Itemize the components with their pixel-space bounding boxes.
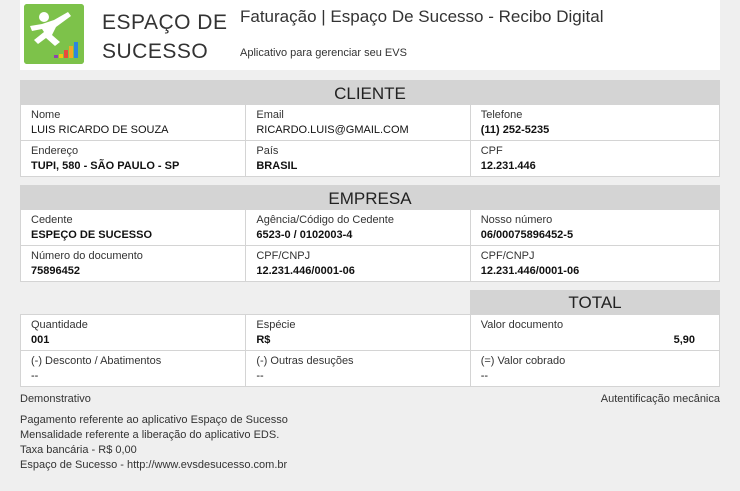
total-section: Quantidade 001 Espécie R$ Valor document… [20, 314, 720, 387]
cedente-cell: Cedente ESPEÇO DE SUCESSO [21, 210, 245, 245]
cpf-cell: CPF 12.231.446 [469, 141, 719, 176]
valor-documento-label: Valor documento [480, 319, 564, 331]
nome-cell: Nome LUIS RICARDO DE SOUZA [21, 105, 245, 140]
cnpj-label-2: CPF/CNPJ [480, 250, 535, 262]
outras-deducoes-value: -- [256, 370, 264, 382]
valor-documento-cell: Valor documento 5,90 [469, 315, 719, 350]
nosso-numero-value: 06/00075896452-5 [480, 229, 574, 241]
empresa-section: EMPRESA Cedente ESPEÇO DE SUCESSO Agênci… [20, 185, 720, 282]
especie-value: R$ [256, 334, 271, 346]
agencia-cell: Agência/Código do Cedente 6523-0 / 01020… [245, 210, 469, 245]
especie-cell: Espécie R$ [245, 315, 469, 350]
cnpj-label-1: CPF/CNPJ [256, 250, 311, 262]
valor-cobrado-value: -- [480, 370, 489, 382]
cnpj-cell-1: CPF/CNPJ 12.231.446/0001-06 [245, 246, 469, 281]
footer-line-2: Mensalidade referente a liberação do apl… [20, 429, 280, 441]
pais-cell: País BRASIL [245, 141, 469, 176]
footer-line-1: Pagamento referente ao aplicativo Espaço… [20, 414, 288, 426]
nome-value: LUIS RICARDO DE SOUZA [31, 124, 169, 136]
quantidade-label: Quantidade [31, 319, 88, 331]
brand-name: ESPAÇO DE SUCESSO [102, 8, 227, 66]
valor-documento-value: 5,90 [673, 334, 695, 346]
total-row-1: Quantidade 001 Espécie R$ Valor document… [21, 315, 719, 350]
desconto-value: -- [31, 370, 39, 382]
desconto-label: (-) Desconto / Abatimentos [31, 355, 162, 367]
email-label: Email [256, 109, 284, 121]
brand-logo [24, 4, 84, 64]
cpf-value: 12.231.446 [480, 160, 536, 172]
nosso-numero-cell: Nosso número 06/00075896452-5 [469, 210, 719, 245]
telefone-label: Telefone [480, 109, 523, 121]
numero-documento-value: 75896452 [31, 265, 80, 277]
empresa-row-1: Cedente ESPEÇO DE SUCESSO Agência/Código… [21, 210, 719, 245]
total-heading: TOTAL [470, 290, 720, 315]
email-value: RICARDO.LUIS@GMAIL.COM [256, 124, 409, 136]
cliente-section: CLIENTE Nome LUIS RICARDO DE SOUZA Email… [20, 80, 720, 177]
brand-line-2: SUCESSO [102, 40, 209, 63]
cliente-row-2: Endereço TUPI, 580 - SÃO PAULO - SP País… [21, 140, 719, 176]
outras-deducoes-cell: (-) Outras desuções -- [245, 351, 469, 386]
cliente-row-1: Nome LUIS RICARDO DE SOUZA Email RICARDO… [21, 105, 719, 140]
cedente-label: Cedente [31, 214, 73, 226]
numero-documento-label: Número do documento [31, 250, 143, 262]
total-row-2: (-) Desconto / Abatimentos -- (-) Outras… [21, 350, 719, 386]
header: ESPAÇO DE SUCESSO Faturação | Espaço De … [20, 0, 720, 70]
endereco-label: Endereço [31, 145, 79, 157]
demonstrativo-text: Pagamento referente ao aplicativo Espaço… [20, 413, 288, 473]
nosso-numero-label: Nosso número [480, 214, 553, 226]
quantidade-value: 001 [31, 334, 50, 346]
agencia-label: Agência/Código do Cedente [256, 214, 394, 226]
telefone-value: (11) 252-5235 [480, 124, 550, 136]
endereco-value: TUPI, 580 - SÃO PAULO - SP [31, 160, 180, 172]
cnpj-cell-2: CPF/CNPJ 12.231.446/0001-06 [469, 246, 719, 281]
empresa-heading: EMPRESA [21, 186, 719, 210]
email-cell: Email RICARDO.LUIS@GMAIL.COM [245, 105, 469, 140]
telefone-cell: Telefone (11) 252-5235 [469, 105, 719, 140]
footer-line-3: Taxa bancária - R$ 0,00 [20, 444, 137, 456]
pais-value: BRASIL [256, 160, 298, 172]
pais-label: País [256, 145, 279, 157]
autenticacao-label: Autentificação mecânica [600, 393, 720, 405]
numero-documento-cell: Número do documento 75896452 [21, 246, 245, 281]
footer-line-4: Espaço de Sucesso - http://www.evsdesuce… [20, 459, 288, 471]
valor-cobrado-label: (=) Valor cobrado [480, 355, 566, 367]
endereco-cell: Endereço TUPI, 580 - SÃO PAULO - SP [21, 141, 245, 176]
cliente-heading: CLIENTE [21, 81, 719, 105]
outras-deducoes-label: (-) Outras desuções [256, 355, 354, 367]
empresa-row-2: Número do documento 75896452 CPF/CNPJ 12… [21, 245, 719, 281]
cpf-label: CPF [480, 145, 503, 157]
desconto-cell: (-) Desconto / Abatimentos -- [21, 351, 245, 386]
page-subtitle: Aplicativo para gerenciar seu EVS [240, 47, 407, 59]
demonstrativo-label: Demonstrativo [20, 393, 91, 405]
quantidade-cell: Quantidade 001 [21, 315, 245, 350]
valor-cobrado-cell: (=) Valor cobrado -- [469, 351, 719, 386]
cnpj-value-1: 12.231.446/0001-06 [256, 265, 355, 277]
cnpj-value-2: 12.231.446/0001-06 [480, 265, 580, 277]
person-icon [24, 4, 84, 64]
especie-label: Espécie [256, 319, 296, 331]
nome-label: Nome [31, 109, 61, 121]
page-title: Faturação | Espaço De Sucesso - Recibo D… [240, 7, 604, 26]
cedente-value: ESPEÇO DE SUCESSO [31, 229, 153, 241]
brand-line-1: ESPAÇO DE [102, 11, 228, 34]
agencia-value: 6523-0 / 0102003-4 [256, 229, 353, 241]
